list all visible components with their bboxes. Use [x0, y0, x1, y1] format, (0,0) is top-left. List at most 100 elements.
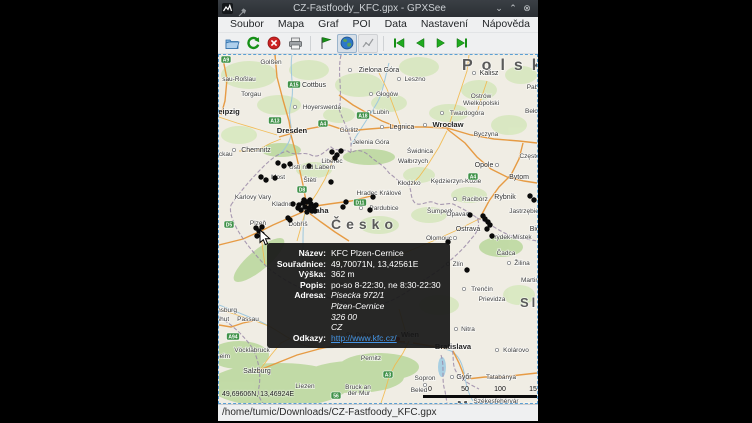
tooltip-website-link[interactable]: http://www.kfc.cz/ — [331, 333, 397, 343]
kfc-waypoint-dot[interactable] — [467, 212, 472, 217]
kfc-waypoint-dot[interactable] — [307, 197, 312, 202]
kfc-waypoint-dot[interactable] — [312, 208, 317, 213]
city-label: Dresden — [277, 126, 308, 135]
next-file-button[interactable] — [431, 34, 451, 53]
city-label: Passau — [237, 316, 259, 323]
kfc-waypoint-dot[interactable] — [329, 149, 334, 154]
kfc-waypoint-dot[interactable] — [281, 163, 286, 168]
kfc-waypoint-dot[interactable] — [343, 199, 348, 204]
toolbar-separator — [383, 36, 384, 51]
kfc-waypoint-dot[interactable] — [285, 215, 290, 220]
menu-item-nápověda[interactable]: Nápověda — [475, 17, 537, 32]
kfc-waypoint-dot[interactable] — [287, 161, 292, 166]
kfc-waypoint-dot[interactable] — [480, 213, 485, 218]
map-view[interactable]: PolskaČeskoSlovenskoMagyarország Golßens… — [218, 54, 538, 404]
app-icon — [222, 3, 233, 14]
waypoint-tooltip: Název:KFC Plzen-Cernice Souřadnice:49,70… — [267, 243, 450, 348]
city-dot — [397, 77, 400, 80]
reload-file-button[interactable] — [243, 34, 263, 53]
tooltip-coords-value: 49,70071N, 13,42561E — [331, 259, 444, 270]
last-file-button[interactable] — [452, 34, 472, 53]
kfc-waypoint-dot[interactable] — [332, 155, 337, 160]
show-graphs-button[interactable] — [358, 34, 378, 53]
menu-item-graf[interactable]: Graf — [311, 17, 345, 32]
city-label: Kolárovo — [503, 347, 529, 354]
lake-neusiedl — [438, 357, 446, 377]
mouse-cursor — [259, 230, 271, 251]
menu-item-mapa[interactable]: Mapa — [271, 17, 311, 32]
tooltip-elevation-value: 362 m — [331, 269, 444, 280]
city-label: Świdnica — [407, 146, 433, 155]
kfc-waypoint-dot[interactable] — [295, 205, 300, 210]
previous-file-button[interactable] — [410, 34, 430, 53]
city-label: Karlovy Vary — [235, 194, 272, 201]
maximize-button[interactable]: ⌃ — [506, 2, 520, 15]
window-title: CZ-Fastfoody_KFC.gpx - GPXSee — [247, 3, 492, 14]
kfc-waypoint-dot[interactable] — [306, 163, 311, 168]
scalebar-tick: 50 — [461, 386, 469, 393]
city-dot — [440, 111, 443, 114]
scalebar-line — [423, 395, 537, 398]
first-arrow-icon — [392, 37, 406, 49]
city-label: Opava — [446, 211, 466, 218]
city-label: Görlitz — [340, 127, 359, 134]
city-label: Wałbrzych — [398, 158, 428, 165]
city-label: ickau — [219, 151, 233, 158]
kfc-waypoint-dot[interactable] — [484, 226, 489, 231]
open-folder-icon — [225, 37, 240, 50]
kfc-waypoint-dot[interactable] — [367, 207, 372, 212]
city-label: Byczyna — [474, 131, 499, 138]
menu-item-data[interactable]: Data — [378, 17, 414, 32]
kfc-waypoint-dot[interactable] — [527, 193, 532, 198]
menu-item-soubor[interactable]: Soubor — [223, 17, 271, 32]
city-label: Prievidza — [479, 296, 506, 303]
kfc-waypoint-dot[interactable] — [275, 160, 280, 165]
kfc-waypoint-dot[interactable] — [489, 233, 494, 238]
kfc-waypoint-dot[interactable] — [370, 194, 375, 199]
kfc-waypoint-dot[interactable] — [290, 201, 295, 206]
close-button[interactable]: ⊗ — [520, 2, 534, 15]
minimize-button[interactable]: ⌄ — [492, 2, 506, 15]
titlebar[interactable]: CZ-Fastfoody_KFC.gpx - GPXSee ⌄ ⌃ ⊗ — [218, 0, 538, 17]
tooltip-address-value: Pisecka 972/1 Plzen-Cernice 326 00 CZ — [331, 290, 444, 332]
city-label: eipzig — [219, 107, 240, 116]
city-dot — [232, 148, 235, 151]
kfc-waypoint-dot[interactable] — [531, 197, 536, 202]
print-file-button[interactable] — [285, 34, 305, 53]
city-label: Głogów — [376, 91, 398, 98]
close-file-button[interactable] — [264, 34, 284, 53]
city-dot — [462, 287, 465, 290]
city-dot — [423, 123, 426, 126]
kfc-waypoint-dot[interactable] — [301, 197, 306, 202]
city-label: Čadca — [497, 248, 516, 257]
city-label: Leszno — [405, 76, 426, 83]
city-label: Twardogóra — [450, 110, 485, 117]
kfc-waypoint-dot[interactable] — [313, 202, 318, 207]
city-label: Salzburg — [243, 368, 271, 375]
kfc-waypoint-dot[interactable] — [464, 267, 469, 272]
tooltip-description-label: Popis: — [271, 280, 331, 291]
kfc-waypoint-dot[interactable] — [263, 177, 268, 182]
road-shield-label: A4 — [470, 175, 477, 181]
kfc-waypoint-dot[interactable] — [340, 204, 345, 209]
open-file-button[interactable] — [222, 34, 242, 53]
pin-icon[interactable] — [238, 4, 247, 13]
menu-item-poi[interactable]: POI — [346, 17, 378, 32]
kfc-waypoint-dot[interactable] — [258, 174, 263, 179]
city-dot — [507, 261, 510, 264]
kfc-waypoint-dot[interactable] — [328, 179, 333, 184]
kfc-waypoint-dot[interactable] — [272, 175, 277, 180]
show-poi-button[interactable] — [316, 34, 336, 53]
city-label: Wielkopolski — [463, 100, 499, 107]
show-map-button[interactable] — [337, 34, 357, 53]
country-label: Slovensko — [520, 295, 537, 310]
menu-item-nastavení[interactable]: Nastavení — [414, 17, 475, 32]
city-label: Racibórz — [462, 196, 488, 203]
tooltip-coords-label: Souřadnice: — [271, 259, 331, 270]
city-label: Vöcklabruck — [234, 347, 270, 354]
kfc-waypoint-dot[interactable] — [338, 148, 343, 153]
road-shield-label: 56 — [333, 394, 339, 400]
kfc-waypoint-dot[interactable] — [304, 209, 309, 214]
first-file-button[interactable] — [389, 34, 409, 53]
kfc-waypoint-dot[interactable] — [259, 224, 264, 229]
